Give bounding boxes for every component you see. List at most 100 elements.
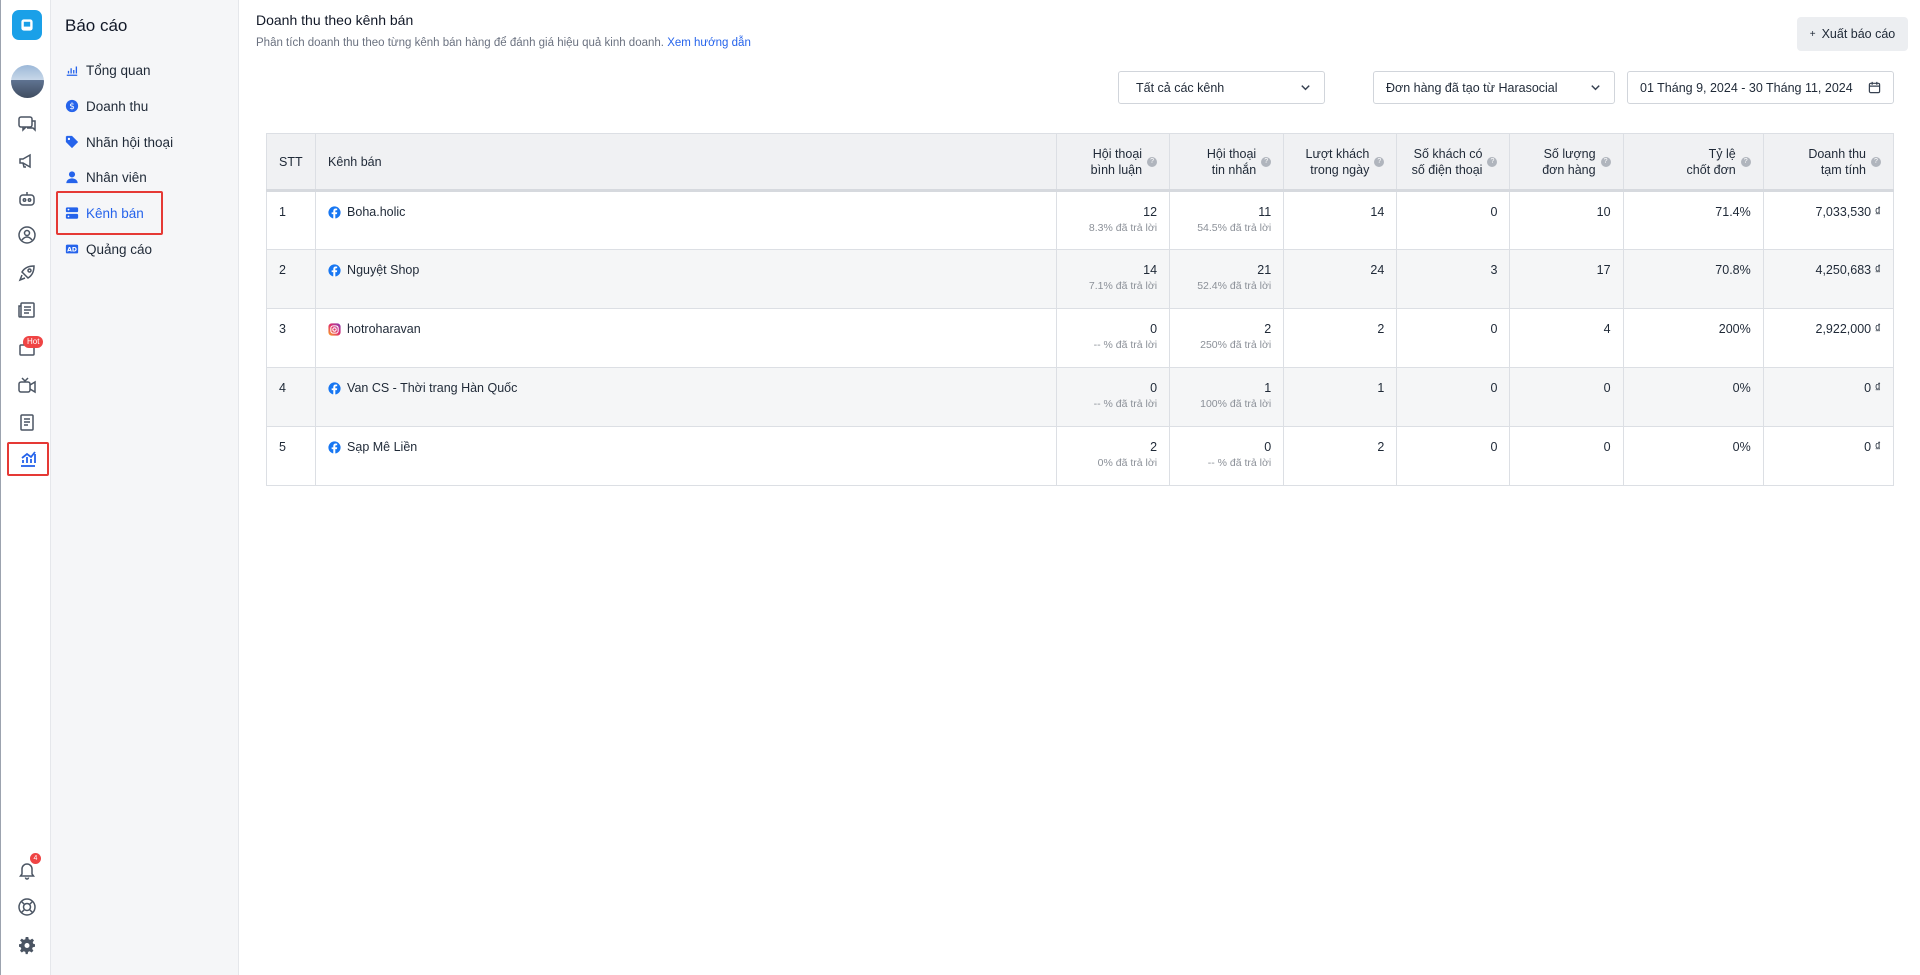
comments-reply-rate: 7.1% đã trả lời xyxy=(1088,280,1158,292)
header-stt-label: STT xyxy=(279,154,303,169)
channel-name[interactable]: Nguyệt Shop xyxy=(347,263,419,277)
help-icon[interactable] xyxy=(14,894,40,920)
sidebar-item-label: Nhân viên xyxy=(86,169,147,185)
comments-value: 2 xyxy=(1150,440,1158,454)
calendar-icon xyxy=(1868,81,1881,94)
svg-text:AD: AD xyxy=(67,247,77,254)
sidebar-item-staff[interactable]: Nhân viên xyxy=(65,167,147,187)
cell-comments: 14 7.1% đã trả lời xyxy=(1055,249,1171,309)
help-icon[interactable]: ? xyxy=(1871,156,1881,167)
cell-messages: 21 52.4% đã trả lời xyxy=(1169,249,1285,309)
sidebar-item-label: Kênh bán xyxy=(86,205,144,221)
icon-rail: Hot 4 xyxy=(0,0,51,975)
channel-filter-select[interactable]: Tất cả các kênh xyxy=(1118,71,1325,104)
contact-icon[interactable] xyxy=(14,222,40,248)
livestream-icon[interactable] xyxy=(14,372,40,398)
messages-reply-rate: -- % đã trả lời xyxy=(1207,457,1272,469)
sidebar-item-overview[interactable]: Tổng quan xyxy=(65,60,151,80)
cell-comments: 0 -- % đã trả lời xyxy=(1055,367,1171,427)
comments-reply-rate: 8.3% đã trả lời xyxy=(1088,222,1158,234)
cell-messages: 1 100% đã trả lời xyxy=(1169,367,1285,427)
cell-channel: Boha.holic xyxy=(315,190,1057,250)
header-line: Số khách có xyxy=(1413,146,1483,161)
messages-reply-rate: 100% đã trả lời xyxy=(1200,398,1272,410)
comments-reply-rate: -- % đã trả lời xyxy=(1093,339,1158,351)
table-row[interactable]: 4 Van CS - Thời trang Hàn Quốc 0 -- % đã … xyxy=(265,367,1895,427)
cell-orders: 10 xyxy=(1509,190,1624,250)
gear-icon[interactable] xyxy=(14,932,40,958)
cell-stt: 4 xyxy=(265,367,317,427)
cell-visits: 1 xyxy=(1283,367,1398,427)
logo-icon xyxy=(21,19,33,31)
cell-phones: 0 xyxy=(1396,367,1511,427)
channel-icon xyxy=(65,207,79,219)
cell-comments: 2 0% đã trả lời xyxy=(1055,426,1171,486)
avatar[interactable] xyxy=(11,65,44,98)
sidebar-item-label: Nhãn hội thoại xyxy=(86,134,174,150)
cell-visits: 2 xyxy=(1283,426,1398,486)
channel-name[interactable]: hotroharavan xyxy=(347,322,421,336)
cell-rate: 70.8% xyxy=(1622,249,1764,309)
cell-phones: 0 xyxy=(1396,426,1511,486)
rocket-icon[interactable] xyxy=(14,260,40,286)
cell-channel: Sạp Mê Liền xyxy=(315,426,1057,486)
header-line: Tỷ lệ xyxy=(1708,146,1736,161)
sidebar-item-ads[interactable]: AD Quảng cáo xyxy=(65,239,152,259)
report-icon[interactable] xyxy=(7,442,49,476)
megaphone-icon[interactable] xyxy=(14,148,40,174)
cell-revenue: 0 ₫ xyxy=(1762,426,1895,486)
help-icon[interactable]: ? xyxy=(1600,156,1611,167)
header-line: tin nhắn xyxy=(1211,162,1257,177)
header-message-conversations: Hội thoại tin nhắn? xyxy=(1169,133,1285,192)
cell-stt: 2 xyxy=(265,249,317,309)
app-logo[interactable] xyxy=(12,10,42,40)
orders-icon[interactable] xyxy=(14,409,40,435)
facebook-icon xyxy=(328,205,341,219)
cell-channel: hotroharavan xyxy=(315,308,1057,368)
channel-name[interactable]: Sạp Mê Liền xyxy=(347,440,417,454)
help-icon[interactable]: ? xyxy=(1487,156,1498,167)
table-row[interactable]: 1 Boha.holic 12 8.3% đã trả lời 11 54.5% đ… xyxy=(265,190,1895,250)
channel-name[interactable]: Boha.holic xyxy=(347,205,405,219)
comments-value: 0 xyxy=(1150,322,1158,336)
messages-value: 21 xyxy=(1257,263,1272,277)
channel-name[interactable]: Van CS - Thời trang Hàn Quốc xyxy=(347,381,517,395)
cell-phones: 0 xyxy=(1396,308,1511,368)
sidebar-title: Báo cáo xyxy=(65,16,128,35)
chat-icon[interactable] xyxy=(14,111,40,137)
cell-messages: 2 250% đã trả lời xyxy=(1169,308,1285,368)
cell-comments: 12 8.3% đã trả lời xyxy=(1055,190,1171,250)
sidebar-item-sales-channel[interactable]: Kênh bán xyxy=(56,191,163,235)
help-icon[interactable]: ? xyxy=(1261,156,1272,167)
bot-icon[interactable] xyxy=(14,186,40,212)
dollar-icon: $ xyxy=(65,99,79,113)
news-icon[interactable] xyxy=(14,297,40,323)
sidebar-item-conversation-tags[interactable]: Nhãn hội thoại xyxy=(65,132,173,152)
help-icon[interactable]: ? xyxy=(1147,156,1158,167)
page-description: Phân tích doanh thu theo từng kênh bán h… xyxy=(256,37,751,49)
sidebar-item-revenue[interactable]: $ Doanh thu xyxy=(65,96,148,116)
header-estimated-revenue: Doanh thu tạm tính? xyxy=(1762,133,1895,192)
table-row[interactable]: 2 Nguyệt Shop 14 7.1% đã trả lời 21 52.4% … xyxy=(265,249,1895,309)
tag-icon xyxy=(65,135,79,149)
main-content: Doanh thu theo kênh bán Phân tích doanh … xyxy=(239,0,1920,975)
header-daily-visits: Lượt khách trong ngày? xyxy=(1283,133,1398,192)
messages-reply-rate: 54.5% đã trả lời xyxy=(1197,222,1272,234)
hot-badge: Hot xyxy=(23,336,44,348)
help-icon[interactable]: ? xyxy=(1374,156,1385,167)
comments-reply-rate: 0% đã trả lời xyxy=(1097,457,1158,469)
chevron-down-icon xyxy=(1301,85,1310,91)
cell-stt: 1 xyxy=(265,190,317,250)
cell-comments: 0 -- % đã trả lời xyxy=(1055,308,1171,368)
table-row[interactable]: 3 hotroharavan 0 -- % đã trả lời 2 250% đã… xyxy=(265,308,1895,368)
date-range-picker[interactable]: 01 Tháng 9, 2024 - 30 Tháng 11, 2024 xyxy=(1627,71,1894,104)
page-title: Doanh thu theo kênh bán xyxy=(256,12,414,28)
export-label: Xuất báo cáo xyxy=(1821,27,1896,41)
table-row[interactable]: 5 Sạp Mê Liền 2 0% đã trả lời 0 -- % đã tr… xyxy=(265,426,1895,486)
export-report-button[interactable]: + Xuất báo cáo xyxy=(1797,17,1908,51)
cell-channel: Van CS - Thời trang Hàn Quốc xyxy=(315,367,1057,427)
order-source-select[interactable]: Đơn hàng đã tạo từ Harasocial xyxy=(1373,71,1615,104)
cell-phones: 3 xyxy=(1396,249,1511,309)
help-icon[interactable]: ? xyxy=(1740,156,1751,167)
guide-link[interactable]: Xem hướng dẫn xyxy=(667,37,751,49)
